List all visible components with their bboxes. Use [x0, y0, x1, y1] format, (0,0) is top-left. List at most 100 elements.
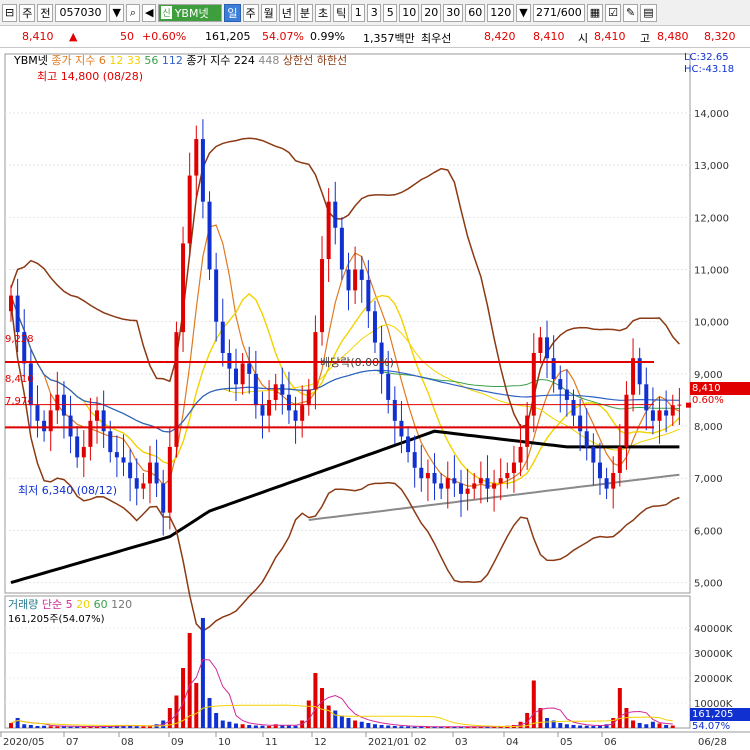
time-tick-label: 03 [455, 737, 468, 748]
code-dropdown-icon[interactable]: ▼ [109, 3, 124, 22]
minute-30-button[interactable]: 30 [443, 3, 464, 22]
volume-bar [617, 688, 622, 728]
minute-1-button[interactable]: 1 [351, 3, 366, 22]
volume-bar [406, 726, 411, 728]
best-bid: 8,420 [484, 30, 516, 43]
volume-bar [353, 720, 358, 728]
stock-name-box[interactable]: 신 YBM넷 [158, 3, 223, 22]
candle-body [511, 462, 516, 473]
checkmark-icon[interactable]: ☑ [605, 3, 622, 22]
settings-button[interactable]: ⊟ [2, 3, 18, 22]
tab-period-second[interactable]: 초 [315, 3, 332, 22]
volume-bar [320, 688, 325, 728]
candle-body [280, 384, 285, 395]
current-price-tag: 8,410 [690, 382, 750, 395]
candle-body [584, 431, 589, 447]
volume-bar [15, 718, 20, 728]
minute-5-button[interactable]: 5 [383, 3, 398, 22]
volume-bar [631, 720, 636, 728]
volume-bar [372, 724, 377, 728]
volume-bar [578, 725, 583, 728]
candle-body [617, 446, 622, 473]
minute-120-button[interactable]: 120 [487, 3, 515, 22]
candle-body [128, 462, 133, 479]
price-chart[interactable]: 5,000 6,000 7,000 8,000 9,000 10,000 11,000 12,… [0, 48, 750, 750]
jeon-button[interactable]: 전 [37, 3, 54, 22]
candle-body [267, 399, 272, 416]
high-price: 8,480 [657, 30, 689, 43]
tab-period-month[interactable]: 월 [260, 3, 277, 22]
search-icon[interactable]: ⌕ [125, 3, 140, 22]
stock-name: YBM넷 [174, 6, 209, 20]
minute-10-button[interactable]: 10 [399, 3, 420, 22]
volume-bar [68, 726, 73, 728]
volume-value: 161,205 [205, 30, 251, 43]
candle-body [320, 259, 325, 333]
candle-body [9, 295, 13, 312]
time-tick-label: 05 [560, 737, 573, 748]
candle-body [597, 462, 602, 479]
up-arrow-icon: ▲ [69, 30, 78, 43]
layout-icon[interactable]: ▤ [640, 3, 657, 22]
tab-period-tick[interactable]: 틱 [333, 3, 350, 22]
volume-bar [425, 727, 430, 728]
candle-body [611, 472, 616, 489]
volume-bar [644, 724, 649, 728]
candle-body [485, 478, 490, 489]
bar-count-input[interactable]: 271/600 [532, 3, 585, 22]
price-tick-label: 8,000 [694, 422, 723, 433]
time-tick-label: 06/28 [698, 737, 727, 748]
tab-period-minute[interactable]: 분 [296, 3, 314, 22]
candle-body [121, 457, 126, 463]
candle-body [571, 399, 576, 416]
volume-bar [253, 725, 258, 728]
price-tick-label: 13,000 [694, 161, 729, 172]
tab-period-week[interactable]: 주 [242, 3, 259, 22]
tab-period-year[interactable]: 년 [278, 3, 295, 22]
candle-body [624, 394, 629, 447]
volume-bar [558, 723, 563, 728]
period-dropdown-icon[interactable]: ▼ [516, 3, 531, 22]
candle-body [134, 478, 139, 489]
grid-icon[interactable]: ▦ [586, 3, 604, 22]
candle-body [419, 467, 424, 479]
volume-bar [260, 725, 265, 728]
stock-code-input[interactable]: 057030 [55, 3, 108, 22]
minute-60-button[interactable]: 60 [465, 3, 486, 22]
candle-body [161, 483, 166, 513]
candle-body [564, 389, 569, 400]
candle-body [353, 269, 358, 291]
volume-bar [366, 723, 371, 728]
volume-bar [42, 725, 47, 728]
volume-bar [538, 708, 543, 728]
candle-body [670, 405, 675, 416]
candle-body [538, 337, 543, 353]
candle-body [412, 452, 417, 468]
volume-bar [55, 726, 60, 728]
tools-icon[interactable]: ✎ [623, 3, 639, 22]
candle-body [154, 462, 159, 484]
level-label-lower: 7,974 [5, 396, 34, 407]
time-tick-label: 10 [218, 737, 231, 748]
price-change-pct: +0.60% [142, 30, 187, 43]
new-listing-tag: 신 [161, 6, 172, 19]
max-price-label: 최고 14,800 (08/28) [37, 70, 144, 83]
volume-bar [313, 673, 318, 728]
price-change: 50 [120, 30, 134, 43]
main-legend: YBM넷 종가 지수 6 12 33 56 112 종가 지수 224 448 … [14, 52, 347, 68]
legend-vol-ma120: 120 [111, 598, 133, 611]
candle-body [359, 269, 364, 280]
candle-body [657, 410, 662, 421]
best-price-label: 최우선 [421, 32, 452, 45]
candle-body [114, 452, 119, 458]
time-tick-label: 02 [414, 737, 427, 748]
candle-body [372, 311, 377, 343]
legend-ma12: 12 [109, 54, 124, 67]
time-tick-label: 09 [171, 737, 184, 748]
speaker-icon[interactable]: ◀ [141, 3, 157, 22]
tab-period-day[interactable]: 일 [224, 3, 241, 22]
volume-value-label: 161,205주(54.07%) [8, 614, 105, 625]
ju-button[interactable]: 주 [19, 3, 36, 22]
minute-20-button[interactable]: 20 [421, 3, 442, 22]
minute-3-button[interactable]: 3 [367, 3, 382, 22]
